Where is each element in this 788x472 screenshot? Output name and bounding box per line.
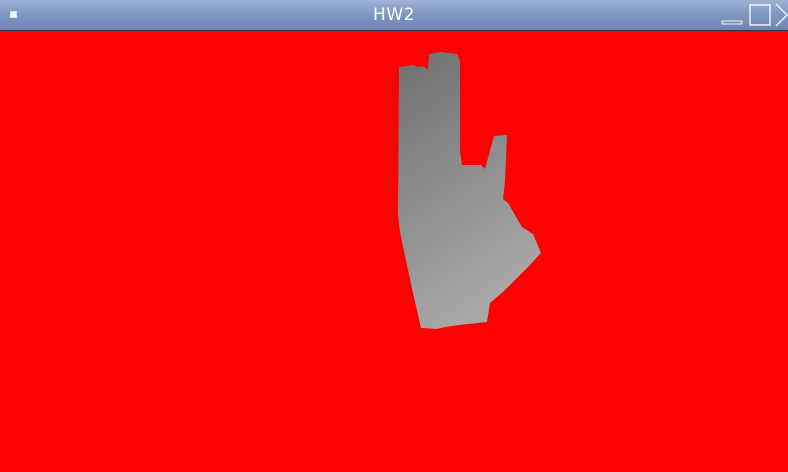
maximize-icon[interactable] <box>748 0 772 31</box>
minimize-icon[interactable] <box>720 0 744 31</box>
title-bar[interactable]: HW2 <box>0 0 788 31</box>
hand-silhouette <box>398 52 541 329</box>
application-window: HW2 <box>0 0 788 472</box>
window-title: HW2 <box>373 5 415 25</box>
close-icon[interactable] <box>775 0 788 31</box>
hand-depth-render <box>398 52 541 329</box>
render-canvas[interactable] <box>0 31 788 472</box>
